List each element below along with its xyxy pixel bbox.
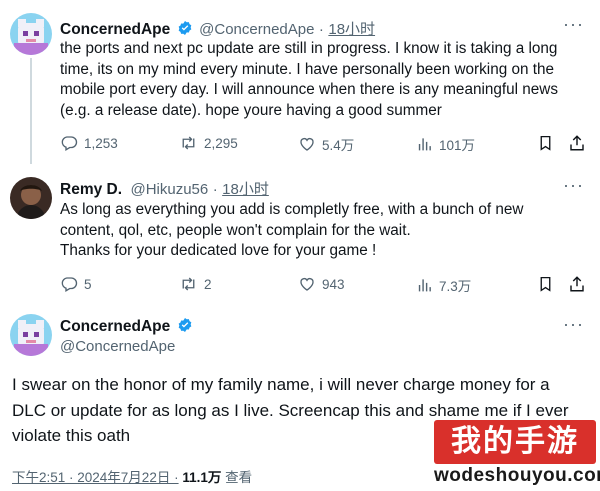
avatar-concernedape[interactable] xyxy=(10,13,52,55)
tweet-timestamp[interactable]: 下午2:51 · 2024年7月22日 · xyxy=(12,470,179,485)
like-count: 943 xyxy=(322,276,345,292)
author-name[interactable]: Remy D. xyxy=(60,181,122,198)
verified-badge-icon xyxy=(178,318,192,332)
retweet-button[interactable]: 2,295 xyxy=(179,134,238,152)
tweet-1-header: ConcernedApe @ConcernedApe · 18小时 xyxy=(60,18,375,39)
text-line: mobile port every day. I will announce w… xyxy=(60,81,558,98)
more-icon[interactable]: ··· xyxy=(563,175,584,196)
tweet-1[interactable]: ConcernedApe @ConcernedApe · 18小时 ··· th… xyxy=(0,0,600,165)
tweet-2-text: As long as everything you add is complet… xyxy=(60,200,595,262)
reply-count: 5 xyxy=(84,276,92,292)
separator-dot: · xyxy=(318,21,324,38)
tweet-2-actions: 5 2 943 7.3万 xyxy=(0,275,600,295)
views-total: 11.1万 xyxy=(182,470,222,485)
bookmark-button[interactable] xyxy=(537,134,554,152)
author-handle[interactable]: @ConcernedApe xyxy=(60,338,175,355)
text-line: time, its on my mind every minute. I hav… xyxy=(60,60,554,78)
text-line: (e.g. a release date). hope youre having… xyxy=(60,101,442,119)
verified-badge-icon xyxy=(178,21,192,35)
reply-button[interactable]: 1,253 xyxy=(60,134,118,152)
tweet-2-header: Remy D. @Hikuzu56 · 18小时 xyxy=(60,178,269,199)
watermark-title: 我的手游 xyxy=(434,420,596,464)
tweet-1-text: the ports and next pc update are still i… xyxy=(60,39,595,121)
views-icon xyxy=(418,138,431,151)
share-button[interactable] xyxy=(568,134,586,152)
like-icon xyxy=(300,138,314,151)
share-icon xyxy=(570,135,584,151)
watermark-url: wodeshouyou.com xyxy=(434,465,600,486)
like-count: 5.4万 xyxy=(322,138,355,153)
reply-count: 1,253 xyxy=(84,135,118,151)
author-name[interactable]: ConcernedApe xyxy=(60,21,170,38)
views-button[interactable]: 101万 xyxy=(416,134,475,154)
views-button[interactable]: 7.3万 xyxy=(416,275,471,295)
retweet-icon xyxy=(182,136,195,150)
text-line: Thanks for your dedicated love for your … xyxy=(60,242,377,259)
bookmark-button[interactable] xyxy=(537,275,554,293)
retweet-count: 2,295 xyxy=(204,135,238,151)
author-handle[interactable]: @ConcernedApe xyxy=(199,21,314,38)
bookmark-icon xyxy=(540,135,551,151)
views-count: 7.3万 xyxy=(439,279,472,294)
author-handle[interactable]: @Hikuzu56 xyxy=(130,181,208,198)
text-line: content, qol, etc, people won't complain… xyxy=(60,221,411,239)
reply-icon xyxy=(61,136,78,151)
separator-dot: · xyxy=(212,181,218,198)
author-name[interactable]: ConcernedApe xyxy=(60,318,170,335)
avatar-concernedape[interactable] xyxy=(10,314,52,356)
share-button[interactable] xyxy=(568,275,586,293)
like-button[interactable]: 943 xyxy=(298,275,345,293)
tweet-time[interactable]: 18小时 xyxy=(328,21,375,38)
retweet-button[interactable]: 2 xyxy=(179,275,212,293)
avatar-remy[interactable] xyxy=(10,177,52,219)
tweet-1-actions: 1,253 2,295 5.4万 101万 xyxy=(0,134,600,154)
tweet-2[interactable]: Remy D. @Hikuzu56 · 18小时 ··· As long as … xyxy=(0,165,600,305)
retweet-count: 2 xyxy=(204,276,212,292)
views-icon xyxy=(418,279,431,292)
share-icon xyxy=(570,276,584,292)
views-count: 101万 xyxy=(439,138,476,153)
text-line: the ports and next pc update are still i… xyxy=(60,40,558,57)
text-line: I swear on the honor of my family name, … xyxy=(12,375,550,394)
text-line: As long as everything you add is complet… xyxy=(60,201,524,218)
more-icon[interactable]: ··· xyxy=(563,314,584,335)
views-label: 查看 xyxy=(225,470,253,485)
like-icon xyxy=(300,278,314,291)
bookmark-icon xyxy=(540,276,551,292)
more-icon[interactable]: ··· xyxy=(563,14,584,35)
like-button[interactable]: 5.4万 xyxy=(298,134,354,154)
reply-icon xyxy=(61,277,78,292)
main-tweet-header: ConcernedApe xyxy=(60,317,195,336)
watermark: 我的手游 wodeshouyou.com xyxy=(434,420,600,487)
retweet-icon xyxy=(182,277,195,291)
tweet-time[interactable]: 18小时 xyxy=(222,181,269,198)
reply-button[interactable]: 5 xyxy=(60,275,92,293)
tweet-meta: 下午2:51 · 2024年7月22日 · 11.1万 查看 xyxy=(12,466,252,486)
